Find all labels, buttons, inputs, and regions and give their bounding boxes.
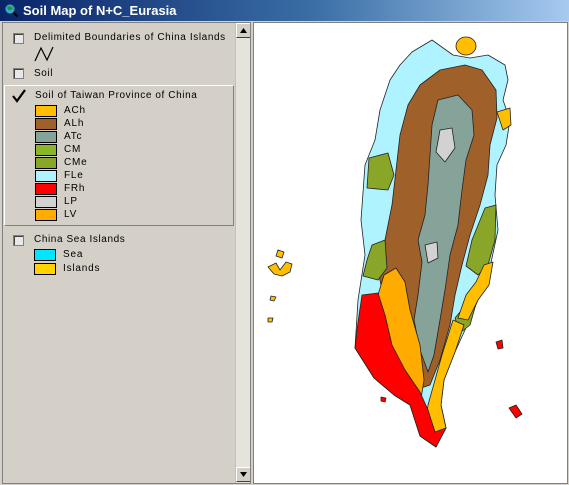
island-penghu: [267, 261, 293, 277]
map-globe-icon: [4, 3, 19, 18]
legend-label: FLe: [64, 170, 84, 181]
title-bar: Soil Map of N+C_Eurasia: [0, 0, 569, 21]
legend-swatch-islands: [34, 263, 56, 275]
layer-china-sea-islands[interactable]: China Sea Islands Sea Islands: [4, 229, 234, 279]
island-small: [267, 317, 274, 323]
legend-swatch-frh: [35, 183, 57, 195]
island-small: [269, 295, 277, 302]
legend-swatch-sea: [34, 249, 56, 261]
arrow-down-icon: [240, 472, 247, 477]
legend-swatch-lv: [35, 209, 57, 221]
legend-label: CM: [64, 144, 82, 155]
layer-soil[interactable]: Soil: [4, 67, 234, 87]
arrow-up-icon: [240, 28, 247, 33]
legend-label: Sea: [63, 249, 84, 260]
legend-label: LV: [64, 209, 78, 220]
layer-soil-taiwan[interactable]: Soil of Taiwan Province of China ACh ALh…: [4, 85, 234, 226]
legend-label: ALh: [64, 118, 85, 129]
legend-swatch-fle: [35, 170, 57, 182]
legend-label: FRh: [64, 183, 86, 194]
layer-name: Delimited Boundaries of China Islands: [34, 32, 226, 43]
line-symbol-icon: [34, 46, 54, 62]
layer-name: Soil of Taiwan Province of China: [35, 90, 198, 101]
table-of-contents: Delimited Boundaries of China Islands So…: [2, 22, 251, 484]
legend-swatch-ach: [35, 105, 57, 117]
scroll-up-button[interactable]: [236, 23, 250, 38]
island-small: [380, 396, 387, 403]
layer-name: Soil: [34, 68, 54, 79]
checkmark-icon[interactable]: [12, 89, 26, 103]
taiwan-soil-map[interactable]: [254, 23, 567, 483]
legend-label: ACh: [64, 105, 86, 116]
legend-swatch-atc: [35, 131, 57, 143]
layer-visibility-checkbox[interactable]: [13, 68, 24, 79]
window-title: Soil Map of N+C_Eurasia: [23, 3, 177, 18]
layer-name: China Sea Islands: [34, 234, 126, 245]
island-green: [495, 339, 504, 350]
map-view[interactable]: [253, 22, 568, 484]
legend-swatch-lp: [35, 196, 57, 208]
island-penghu: [275, 249, 285, 259]
legend-swatch-cme: [35, 157, 57, 169]
legend-label: Islands: [63, 263, 101, 274]
layer-visibility-checkbox[interactable]: [13, 33, 24, 44]
soil-region-ach: [455, 36, 477, 56]
legend-label: ATc: [64, 131, 83, 142]
legend-swatch-cm: [35, 144, 57, 156]
legend-swatch-alh: [35, 118, 57, 130]
legend-label: CMe: [64, 157, 88, 168]
vertical-scrollbar[interactable]: [235, 23, 250, 483]
layer-delimited-boundaries[interactable]: Delimited Boundaries of China Islands: [4, 25, 234, 67]
island-lanyu: [508, 404, 523, 419]
scroll-down-button[interactable]: [236, 467, 250, 482]
layer-visibility-checkbox[interactable]: [13, 235, 24, 246]
legend-label: LP: [64, 196, 78, 207]
